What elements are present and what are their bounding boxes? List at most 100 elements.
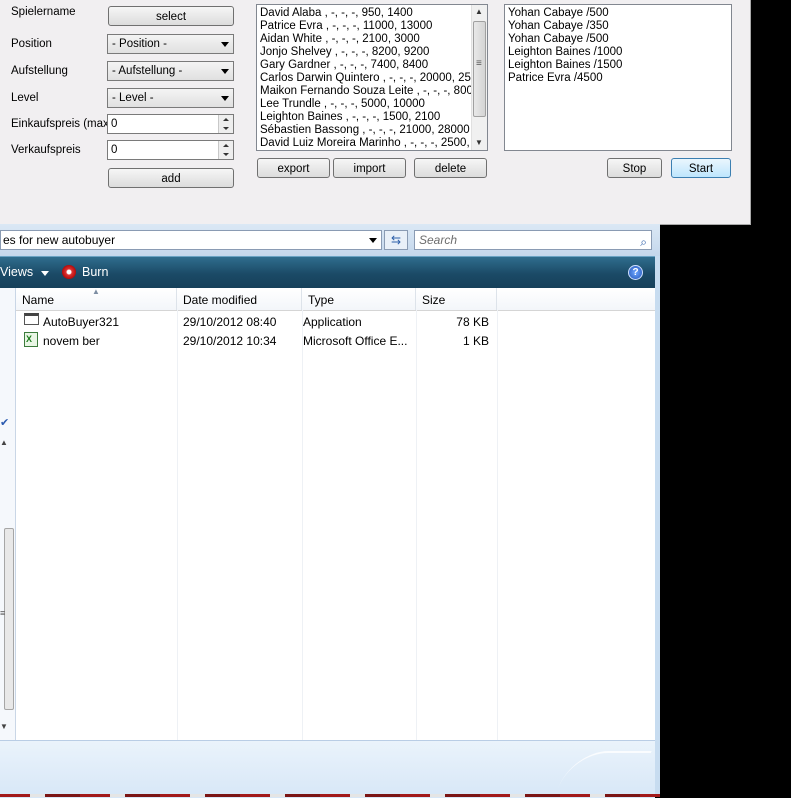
spin-down-icon[interactable] <box>219 150 233 159</box>
player-list-item[interactable]: Lee Trundle , -, -, -, 5000, 10000 <box>257 98 487 111</box>
file-type: Microsoft Office E... <box>303 334 408 348</box>
file-row[interactable]: novem ber 29/10/2012 10:34 Microsoft Off… <box>16 330 655 351</box>
scroll-up-icon[interactable]: ▲ <box>475 7 483 16</box>
burn-icon[interactable] <box>62 265 76 279</box>
player-list-item[interactable]: Gary Gardner , -, -, -, 7400, 8400 <box>257 59 487 72</box>
spin-buttons[interactable] <box>218 115 233 133</box>
player-list-item[interactable]: Leighton Baines , -, -, -, 1500, 2100 <box>257 111 487 124</box>
file-size: 1 KB <box>462 334 489 348</box>
file-date: 29/10/2012 10:34 <box>183 334 277 348</box>
purchase-log-listbox[interactable]: Yohan Cabaye /500 Yohan Cabaye /350 Yohan … <box>504 4 732 151</box>
column-header-type[interactable]: Type <box>302 288 416 310</box>
explorer-window: es for new autobuyer ⇆ Search ⌕ Views Bu… <box>0 224 660 798</box>
scroll-thumb[interactable] <box>473 21 486 117</box>
stop-button[interactable]: Stop <box>607 158 662 178</box>
log-list-item[interactable]: Leighton Baines /1000 <box>505 46 731 59</box>
views-button[interactable]: Views <box>0 265 33 279</box>
nav-scroll-thumb[interactable] <box>4 528 14 710</box>
file-row[interactable]: AutoBuyer321 29/10/2012 08:40 Applicatio… <box>16 313 655 332</box>
column-divider <box>177 310 178 740</box>
column-header-name-label: Name <box>22 293 55 307</box>
player-list-items: David Alaba , -, -, -, 950, 1400 Patrice … <box>257 7 487 150</box>
aufstellung-dropdown[interactable]: - Aufstellung - <box>107 61 234 81</box>
views-dropdown-icon[interactable] <box>41 271 49 276</box>
column-divider <box>302 310 303 740</box>
chevron-down-icon <box>221 96 229 101</box>
column-header-type-label: Type <box>308 293 335 307</box>
burn-button[interactable]: Burn <box>82 265 108 279</box>
file-date: 29/10/2012 08:40 <box>183 315 277 329</box>
start-button[interactable]: Start <box>671 158 731 178</box>
refresh-icon[interactable]: ⇆ <box>384 230 408 250</box>
help-icon[interactable]: ? <box>628 265 643 280</box>
column-header-size[interactable]: Size <box>416 288 497 310</box>
excel-file-icon <box>24 330 38 349</box>
chevron-down-icon[interactable] <box>369 238 377 243</box>
file-size: 78 KB <box>456 315 489 329</box>
address-field[interactable]: es for new autobuyer <box>0 230 382 250</box>
sort-up-icon: ▲ <box>92 287 100 296</box>
player-list-item[interactable]: Sébastien Bassong , -, -, -, 21000, 2800… <box>257 124 487 137</box>
player-list-scrollbar[interactable]: ▲ ▼ <box>471 5 487 150</box>
log-list-items: Yohan Cabaye /500 Yohan Cabaye /350 Yohan … <box>505 7 731 85</box>
window-border <box>655 256 660 797</box>
player-list-item[interactable]: David Luiz Moreira Marinho , -, -, -, 25… <box>257 137 487 150</box>
export-button[interactable]: export <box>257 158 330 178</box>
import-button[interactable]: import <box>333 158 406 178</box>
navigation-pane: ✔ ▲ ≡ ▼ <box>0 288 16 740</box>
grip-icon: ≡ <box>0 608 6 618</box>
search-icon[interactable]: ⌕ <box>640 233 647 251</box>
scroll-down-icon[interactable]: ▼ <box>0 722 8 731</box>
log-list-item[interactable]: Leighton Baines /1500 <box>505 59 731 72</box>
address-text: es for new autobuyer <box>3 233 116 247</box>
file-list: Name ▲ Date modified Type Size AutoBuyer… <box>16 287 655 740</box>
verkaufspreis-stepper[interactable]: 0 <box>107 140 234 160</box>
spin-up-icon[interactable] <box>219 115 233 124</box>
einkaufspreis-value: 0 <box>111 118 118 130</box>
file-name: novem ber <box>43 334 100 348</box>
search-placeholder: Search <box>419 233 458 247</box>
log-list-item[interactable]: Patrice Evra /4500 <box>505 72 731 85</box>
column-header-date[interactable]: Date modified <box>177 288 302 310</box>
select-button[interactable]: select <box>108 6 234 26</box>
spin-up-icon[interactable] <box>219 141 233 150</box>
position-dropdown[interactable]: - Position - <box>107 34 234 54</box>
player-list-item[interactable]: David Alaba , -, -, -, 950, 1400 <box>257 7 487 20</box>
log-list-item[interactable]: Yohan Cabaye /350 <box>505 20 731 33</box>
einkaufspreis-stepper[interactable]: 0 <box>107 114 234 134</box>
player-list-item[interactable]: Aidan White , -, -, -, 2100, 3000 <box>257 33 487 46</box>
autobuyer-window: Spielername select Position - Position -… <box>0 0 751 225</box>
column-header-size-label: Size <box>422 293 446 307</box>
scroll-up-icon[interactable]: ▲ <box>0 438 8 447</box>
spin-down-icon[interactable] <box>219 124 233 133</box>
player-list-item[interactable]: Patrice Evra , -, -, -, 11000, 13000 <box>257 20 487 33</box>
aufstellung-dropdown-value: - Aufstellung - <box>112 65 183 77</box>
search-input[interactable]: Search ⌕ <box>414 230 652 250</box>
position-dropdown-value: - Position - <box>112 38 167 50</box>
scroll-down-icon[interactable]: ▼ <box>475 138 483 147</box>
add-button[interactable]: add <box>108 168 234 188</box>
column-header-name[interactable]: Name ▲ <box>16 287 177 310</box>
file-name: AutoBuyer321 <box>43 315 120 329</box>
level-dropdown-value: - Level - <box>112 92 154 104</box>
spielername-label: Spielername <box>11 6 76 18</box>
log-list-item[interactable]: Yohan Cabaye /500 <box>505 7 731 20</box>
player-listbox[interactable]: David Alaba , -, -, -, 950, 1400 Patrice … <box>256 4 488 151</box>
column-header-date-label: Date modified <box>183 293 258 307</box>
column-header-row: Name ▲ Date modified Type Size <box>16 287 655 311</box>
einkaufspreis-label: Einkaufspreis (max) <box>11 118 113 130</box>
delete-button[interactable]: delete <box>414 158 487 178</box>
log-list-item[interactable]: Yohan Cabaye /500 <box>505 33 731 46</box>
player-list-item[interactable]: Jonjo Shelvey , -, -, -, 8200, 9200 <box>257 46 487 59</box>
position-label: Position <box>11 38 52 50</box>
level-label: Level <box>11 92 39 104</box>
player-list-item[interactable]: Carlos Darwin Quintero , -, -, -, 20000,… <box>257 72 487 85</box>
column-divider <box>497 310 498 740</box>
address-bar-area: es for new autobuyer ⇆ Search ⌕ <box>0 224 660 256</box>
spin-buttons[interactable] <box>218 141 233 159</box>
level-dropdown[interactable]: - Level - <box>107 88 234 108</box>
aufstellung-label: Aufstellung <box>11 65 68 77</box>
player-list-item[interactable]: Maikon Fernando Souza Leite , -, -, -, 8… <box>257 85 487 98</box>
verkaufspreis-value: 0 <box>111 144 118 156</box>
file-type: Application <box>303 315 362 329</box>
